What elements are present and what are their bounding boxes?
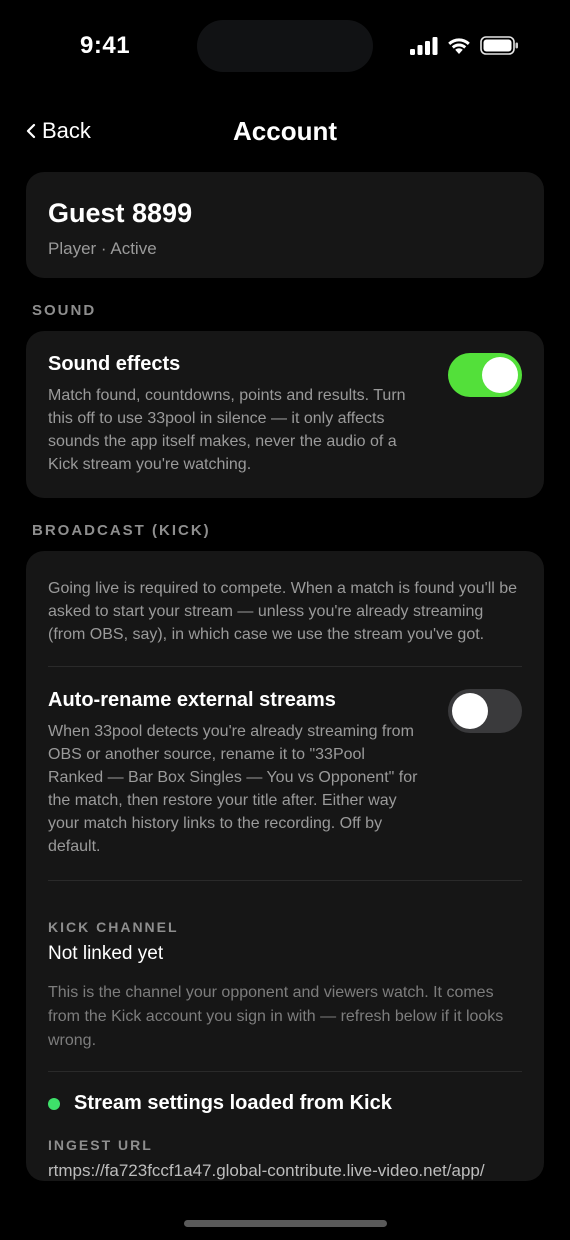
auto-rename-row: Auto-rename external streams When 33pool…: [26, 667, 544, 880]
profile-name: Guest 8899: [48, 198, 193, 228]
sound-card: Sound effects Match found, countdowns, p…: [26, 331, 544, 498]
section-label-broadcast: BROADCAST (KICK): [32, 522, 211, 539]
sound-effects-description: Match found, countdowns, points and resu…: [48, 387, 406, 473]
cellular-signal-icon: [410, 36, 438, 55]
toggle-knob: [482, 357, 518, 393]
auto-rename-toggle[interactable]: [448, 689, 522, 733]
broadcast-intro: Going live is required to compete. When …: [48, 580, 518, 643]
profile-subtitle: Player · Active: [48, 239, 157, 258]
ingest-url-value[interactable]: rtmps://fa723fccf1a47.global-contribute.…: [48, 1161, 522, 1181]
kick-channel-section: KICK CHANNEL Not linked yet This is the …: [26, 881, 544, 1071]
status-bar: 9:41: [0, 0, 570, 92]
scroll-content[interactable]: Guest 8899 Player · Active SOUND Sound e…: [0, 172, 570, 1190]
battery-icon: [480, 36, 518, 55]
stream-settings-status-text: Stream settings loaded from Kick: [74, 1092, 392, 1114]
kick-channel-description: This is the channel your opponent and vi…: [48, 984, 504, 1049]
section-label-sound: SOUND: [32, 302, 97, 319]
ingest-section: INGEST URL rtmps://fa723fccf1a47.global-…: [26, 1115, 544, 1181]
kick-channel-label: KICK CHANNEL: [48, 919, 179, 935]
auto-rename-description: When 33pool detects you're already strea…: [48, 723, 418, 855]
status-time: 9:41: [80, 32, 131, 59]
status-dot-icon: [48, 1097, 60, 1110]
stream-settings-status: Stream settings loaded from Kick: [26, 1072, 544, 1115]
sound-effects-toggle[interactable]: [448, 353, 522, 397]
broadcast-card: Going live is required to compete. When …: [26, 551, 544, 1181]
sound-effects-row: Sound effects Match found, countdowns, p…: [26, 331, 544, 498]
ingest-url-label: INGEST URL: [48, 1137, 153, 1153]
profile-card: Guest 8899 Player · Active: [26, 172, 544, 278]
status-icons: [410, 36, 520, 55]
navigation-bar: Back Account: [0, 104, 570, 160]
page-title: Account: [233, 116, 337, 146]
dynamic-island: [197, 20, 373, 72]
kick-channel-value: Not linked yet: [48, 943, 164, 964]
toggle-knob: [452, 693, 488, 729]
home-indicator: [184, 1220, 387, 1227]
wifi-icon: [448, 38, 470, 54]
